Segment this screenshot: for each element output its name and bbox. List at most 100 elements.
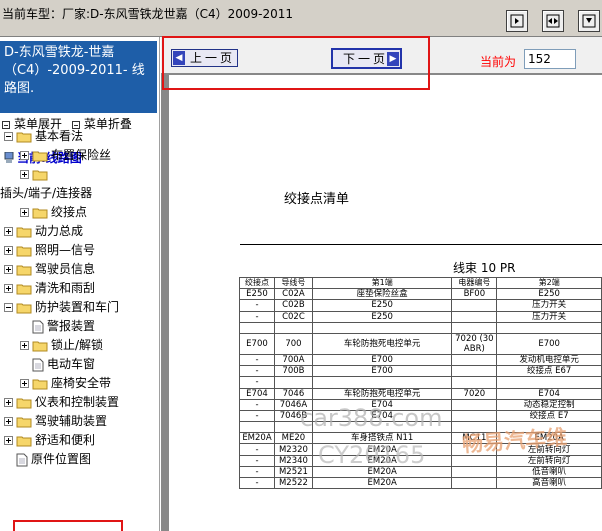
table-cell: - xyxy=(239,476,275,490)
expand-plus-icon[interactable] xyxy=(20,341,29,350)
table-cell: 座垫保险丝盒 xyxy=(311,288,453,301)
table-cell: MC11 xyxy=(451,432,498,445)
tree-item[interactable]: 驾驶员信息 xyxy=(4,260,95,279)
table-cell xyxy=(496,376,602,389)
table-cell xyxy=(451,443,498,456)
folder-icon xyxy=(16,246,32,256)
table-cell: 700A xyxy=(273,353,313,367)
table-row: - M2522 EM20A 高音喇叭 xyxy=(239,476,602,490)
tree-item[interactable]: 电动车窗 xyxy=(20,355,95,374)
table-cell: 7046 xyxy=(273,387,313,400)
tree-item[interactable]: 照明—信号 xyxy=(4,241,95,260)
tree-item-label: 照明—信号 xyxy=(35,243,96,257)
tree-item[interactable]: 清洗和雨刮 xyxy=(4,279,95,298)
table-cell: ME20 xyxy=(273,432,313,445)
folder-icon xyxy=(16,417,32,427)
table-row: - xyxy=(239,376,602,389)
table-cell: M2522 xyxy=(273,476,313,490)
tree-item[interactable] xyxy=(20,165,51,184)
tree-item[interactable]: 座椅安全带 xyxy=(20,374,111,393)
tree-item[interactable]: 基本看法 xyxy=(4,127,83,146)
table-row: -7046B E704 绞接点 E7 xyxy=(239,409,602,423)
expand-plus-icon[interactable] xyxy=(20,170,29,179)
table-cell xyxy=(451,299,498,312)
tree-item[interactable]: 警报装置 xyxy=(20,317,95,336)
collapse-menu-label: 菜单折叠 xyxy=(83,117,132,131)
table-cell: 动态稳定控制 xyxy=(496,398,602,411)
table-cell: - xyxy=(239,409,275,423)
table-cell xyxy=(451,353,498,367)
folder-icon xyxy=(16,303,32,313)
expand-plus-icon[interactable] xyxy=(4,246,13,255)
highlight-box-parts-location xyxy=(13,520,123,531)
tree-item[interactable]: 防护装置和车门 xyxy=(4,298,119,317)
tree-item[interactable]: 插头/端子/连接器 xyxy=(0,184,92,203)
tree-item-label: 原件位置图 xyxy=(31,452,92,466)
table-row: - M2521 EM20A 低音喇叭 xyxy=(239,465,602,479)
table-cell: 7046B xyxy=(273,409,313,423)
folder-icon xyxy=(32,208,48,218)
expand-plus-icon[interactable] xyxy=(20,151,29,160)
table-cell: 700 xyxy=(273,332,313,355)
tree-item[interactable]: 锁止/解锁 xyxy=(20,336,103,355)
tree-item-label: 驾驶辅助装置 xyxy=(35,414,108,428)
fit-width-button[interactable] xyxy=(542,10,564,32)
table-cell xyxy=(451,376,498,389)
fit-page-button[interactable] xyxy=(578,10,600,32)
top-bar: 当前车型：厂家:D-东风雪铁龙世嘉（C4）2009-2011 xyxy=(0,0,602,37)
table-cell: 车轮防抱死电控单元 xyxy=(311,332,453,355)
folder-icon xyxy=(32,151,48,161)
table-cell xyxy=(451,321,498,334)
table-cell: 7020 xyxy=(451,387,498,400)
table-row: E704 7046 车轮防抱死电控单元 7020 E704 xyxy=(239,387,602,400)
single-page-view-button[interactable] xyxy=(506,10,528,32)
tree-item[interactable]: 驾驶辅助装置 xyxy=(4,412,107,431)
tree-item[interactable]: 动力总成 xyxy=(4,222,83,241)
expand-plus-icon[interactable] xyxy=(4,436,13,445)
table-cell: - xyxy=(239,353,275,367)
tree-item-label: 动力总成 xyxy=(35,224,84,238)
table-cell: E250 xyxy=(311,299,453,312)
expand-plus-icon[interactable] xyxy=(4,227,13,236)
table-row: E700 700 车轮防抱死电控单元 7020 (30 ABR) E700 xyxy=(239,332,602,355)
table-cell: - xyxy=(239,398,275,411)
expand-plus-icon[interactable] xyxy=(4,417,13,426)
expand-plus-icon[interactable] xyxy=(4,398,13,407)
tree-item[interactable]: 原件位置图 xyxy=(4,450,91,469)
page-number-input[interactable] xyxy=(524,49,576,69)
table-cell: M2521 xyxy=(273,465,313,479)
expand-plus-icon[interactable] xyxy=(20,379,29,388)
tree-item[interactable]: 仪表和控制装置 xyxy=(4,393,119,412)
table-cell xyxy=(451,454,498,467)
table-cell: 700B xyxy=(273,365,313,378)
expand-plus-icon[interactable] xyxy=(4,284,13,293)
collapse-minus-icon[interactable] xyxy=(4,132,13,141)
folder-icon xyxy=(16,265,32,275)
table-cell: 左前转向灯 xyxy=(496,454,602,467)
tree-item-label: 驾驶员信息 xyxy=(35,262,96,276)
table-cell xyxy=(496,321,602,334)
table-header-cell: 绞接点 xyxy=(239,276,275,290)
splice-table: 绞接点 导线号 第1端 电器编号 第2端 E250 C02A 座垫保险丝盒 BF00 E250-… xyxy=(239,276,602,490)
tree-item[interactable]: 布置保险丝 xyxy=(20,146,111,165)
table-cell: 绞接点 E7 xyxy=(496,409,602,423)
table-cell: E700 xyxy=(311,353,453,367)
table-body: E250 C02A 座垫保险丝盒 BF00 E250- C02B E250 压力开关 - C02C… xyxy=(239,288,602,490)
table-cell xyxy=(311,376,453,389)
table-cell: C02C xyxy=(273,310,313,323)
collapse-minus-icon[interactable] xyxy=(4,303,13,312)
tree-item-label: 锁止/解锁 xyxy=(51,338,104,352)
table-cell: EM20A xyxy=(239,432,275,445)
table-cell xyxy=(451,476,498,490)
expand-plus-icon[interactable] xyxy=(20,208,29,217)
table-cell: 左前转向灯 xyxy=(496,443,602,456)
table-cell: M2320 xyxy=(273,443,313,456)
table-row: -700B E700 绞接点 E67 xyxy=(239,365,602,378)
expand-plus-icon[interactable] xyxy=(4,265,13,274)
tree-item[interactable]: 舒适和便利 xyxy=(4,431,95,450)
table-cell: EM20A xyxy=(311,476,453,490)
tree-item-label: 插头/端子/连接器 xyxy=(0,186,93,200)
table-cell: - xyxy=(239,376,275,389)
tree-item[interactable]: 绞接点 xyxy=(20,203,87,222)
table-row: - C02C E250 压力开关 xyxy=(239,310,602,323)
